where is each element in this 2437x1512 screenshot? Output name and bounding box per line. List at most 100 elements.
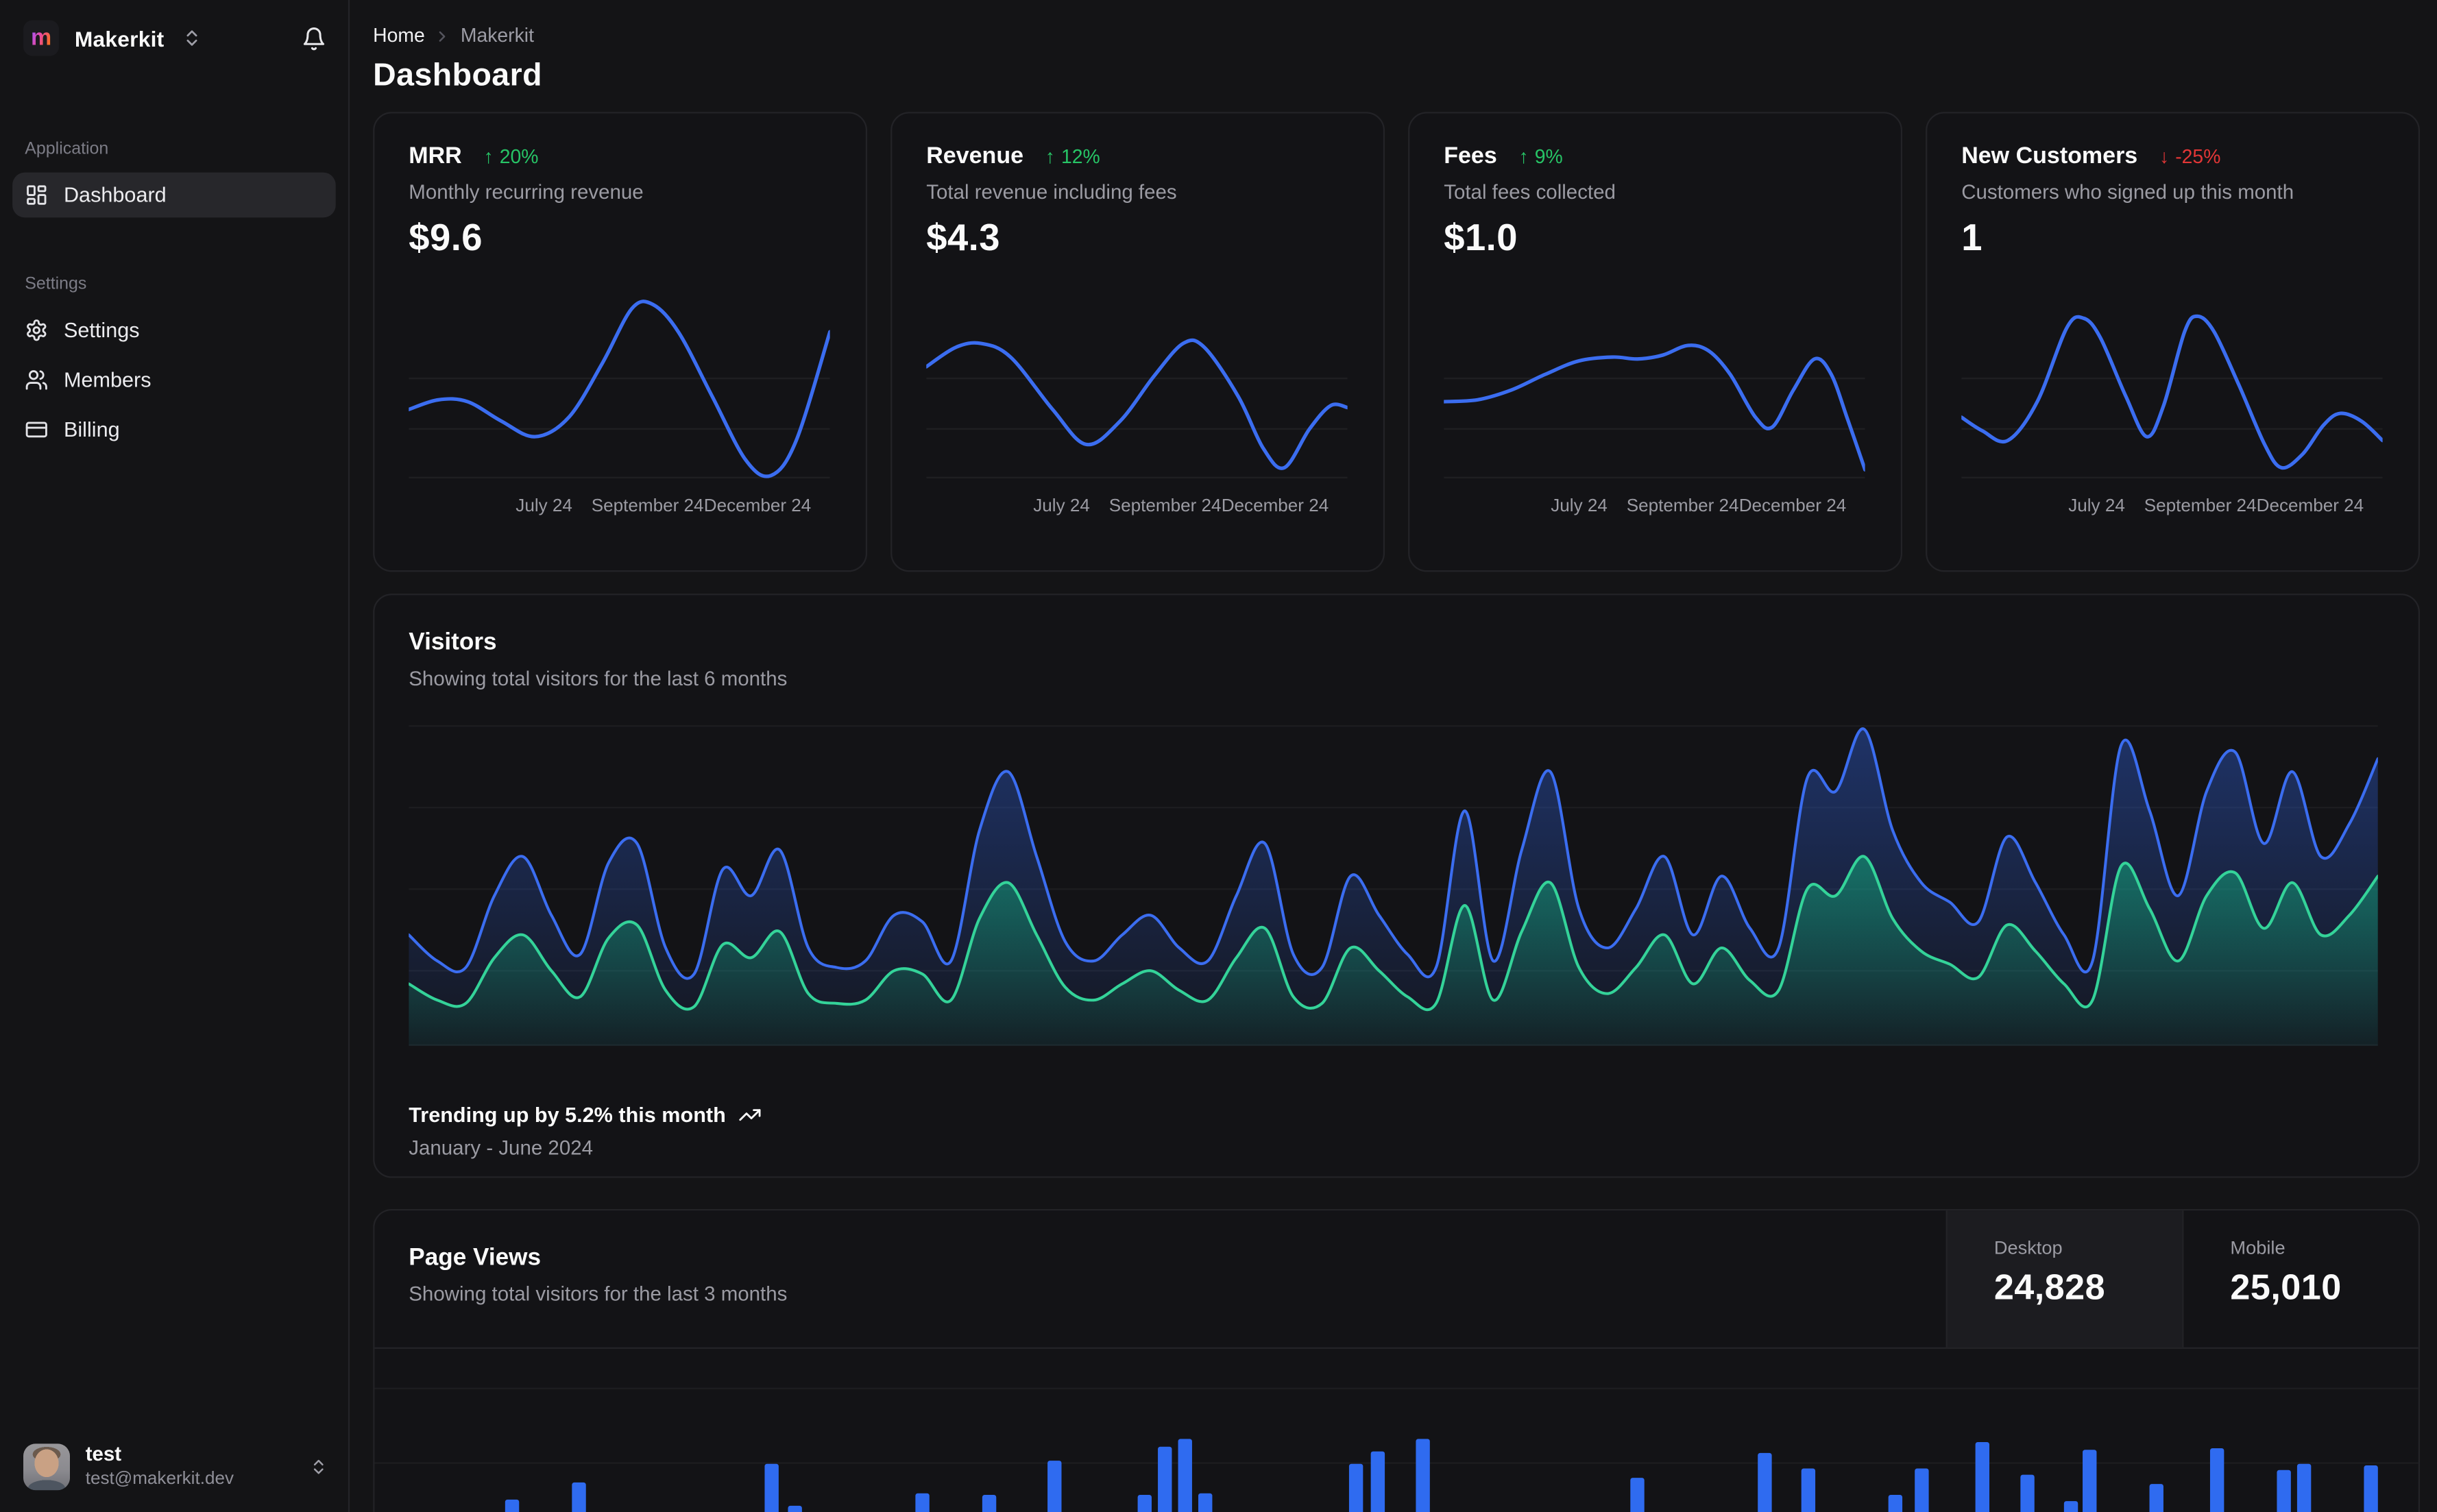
workspace-name: Makerkit [74,25,165,51]
main-content: Home Makerkit Dashboard MRR ↑ 20% Monthl… [350,0,2437,1512]
x-tick-label: September 24 [591,497,704,516]
stat-card-value: $1.0 [1444,217,1518,260]
sidebar-item-label: Settings [63,318,140,342]
stat-card-description: Monthly recurring revenue [409,180,644,204]
toggle-desktop[interactable]: Desktop 24,828 [1945,1210,2183,1348]
stat-card-fees: Fees ↑ 9% Total fees collected $1.0 July… [1408,112,1903,572]
page-title: Dashboard [373,57,542,94]
stat-card-title: MRR [409,143,462,170]
trending-up-icon [738,1103,762,1127]
bar [788,1505,802,1512]
bar [2149,1484,2163,1512]
billing-icon [25,418,48,441]
page-views-toggles: Desktop 24,828 Mobile 25,010 [1945,1210,2418,1348]
gridline [374,1462,2418,1464]
x-tick-label: July 24 [516,497,572,516]
logo-letter: m [30,25,52,51]
toggle-mobile[interactable]: Mobile 25,010 [2182,1210,2418,1348]
bar [1348,1463,1363,1512]
user-menu[interactable]: test test@makerkit.dev [0,1425,348,1512]
workspace-switcher[interactable]: m Makerkit [0,0,348,75]
stat-sparkline-chart[interactable] [407,289,832,483]
sidebar-item-label: Dashboard [63,183,167,207]
x-tick-label: September 24 [1626,497,1739,516]
bar [505,1499,520,1512]
page-views-subtitle: Showing total visitors for the last 3 mo… [409,1282,788,1306]
user-meta: test test@makerkit.dev [85,1441,234,1490]
stat-trend-badge: ↑ 12% [1045,145,1100,167]
bar [2063,1501,2078,1512]
chevron-right-icon [434,27,451,45]
stat-card-value: 1 [1961,217,1983,260]
stat-card-value: $4.3 [926,217,1000,260]
stat-trend-badge: ↑ 20% [483,145,538,167]
bar [572,1482,586,1512]
stat-card-title: Revenue [926,143,1024,170]
sidebar-item-dashboard[interactable]: Dashboard [12,172,336,218]
stat-card-head: MRR ↑ 20% [409,143,832,170]
sidebar-section-label: Application [25,140,109,159]
settings-icon [25,319,48,342]
stat-card-mrr: MRR ↑ 20% Monthly recurring revenue $9.6… [373,112,868,572]
sidebar-item-label: Billing [63,417,120,441]
stat-card-head: Revenue ↑ 12% [926,143,1349,170]
stat-sparkline-chart[interactable] [1442,289,1867,483]
breadcrumb-home-link[interactable]: Home [373,25,425,47]
sidebar-item-members[interactable]: Members [12,357,336,402]
x-tick-label: September 24 [1108,497,1222,516]
stat-card-revenue: Revenue ↑ 12% Total revenue including fe… [890,112,1385,572]
stat-card-value: $9.6 [409,217,483,260]
stat-x-axis: July 24 September 24 December 24 [1444,498,1867,522]
stat-card-new-customers: New Customers ↓ -25% Customers who signe… [1926,112,2421,572]
page-views-card: Page Views Showing total visitors for th… [373,1208,2421,1512]
members-icon [25,368,48,391]
page-views-title: Page Views [409,1245,542,1271]
trend-arrow-icon: ↓ [2159,145,2170,167]
sidebar-nav: Application Dashboard Settings Settings Memb… [0,140,348,457]
bar [1370,1451,1385,1512]
visitors-area-chart[interactable] [407,720,2379,1046]
x-tick-label: July 24 [1551,497,1608,516]
x-tick-label: December 24 [1738,497,1847,516]
stat-card-description: Total fees collected [1444,180,1616,204]
x-tick-label: July 24 [2068,497,2125,516]
bell-icon[interactable] [302,25,326,50]
x-tick-label: July 24 [1033,497,1090,516]
trend-arrow-icon: ↑ [1518,145,1529,167]
bar [1137,1495,1152,1512]
stat-card-head: Fees ↑ 9% [1444,143,1867,170]
chevrons-up-down-icon[interactable] [181,28,201,48]
dashboard-icon [25,184,48,207]
page-views-bar-chart[interactable] [374,1349,2418,1512]
breadcrumb: Home Makerkit [350,0,2437,47]
bar [1630,1478,1645,1512]
trend-arrow-icon: ↑ [1045,145,1055,167]
bar [2277,1470,2291,1512]
bar [1975,1441,1990,1512]
sidebar-item-settings[interactable]: Settings [12,308,336,353]
sidebar-item-label: Members [63,368,151,392]
bar [764,1463,779,1512]
x-tick-label: September 24 [2144,497,2257,516]
bar [1888,1495,1903,1512]
toggle-value: 25,010 [2230,1266,2342,1307]
bar [2364,1465,2378,1512]
stat-sparkline-chart[interactable] [924,289,1350,483]
page-views-titles: Page Views Showing total visitors for th… [374,1210,1945,1348]
stat-x-axis: July 24 September 24 December 24 [409,498,832,522]
visitors-footer: Trending up by 5.2% this month January -… [409,1103,762,1159]
chevrons-up-down-icon[interactable] [309,1457,328,1476]
stat-cards-row: MRR ↑ 20% Monthly recurring revenue $9.6… [373,112,2421,572]
bar [1047,1461,1062,1512]
breadcrumb-current: Makerkit [460,25,534,47]
user-email: test@makerkit.dev [85,1470,234,1489]
stat-sparkline-chart[interactable] [1959,289,2385,483]
stat-change-value: 20% [499,145,539,167]
user-name: test [85,1441,122,1465]
x-tick-label: December 24 [703,497,812,516]
toggle-label: Mobile [2230,1236,2286,1259]
toggle-label: Desktop [1993,1236,2063,1259]
x-tick-label: December 24 [2256,497,2364,516]
sidebar-item-billing[interactable]: Billing [12,407,336,452]
bar [2296,1463,2312,1512]
